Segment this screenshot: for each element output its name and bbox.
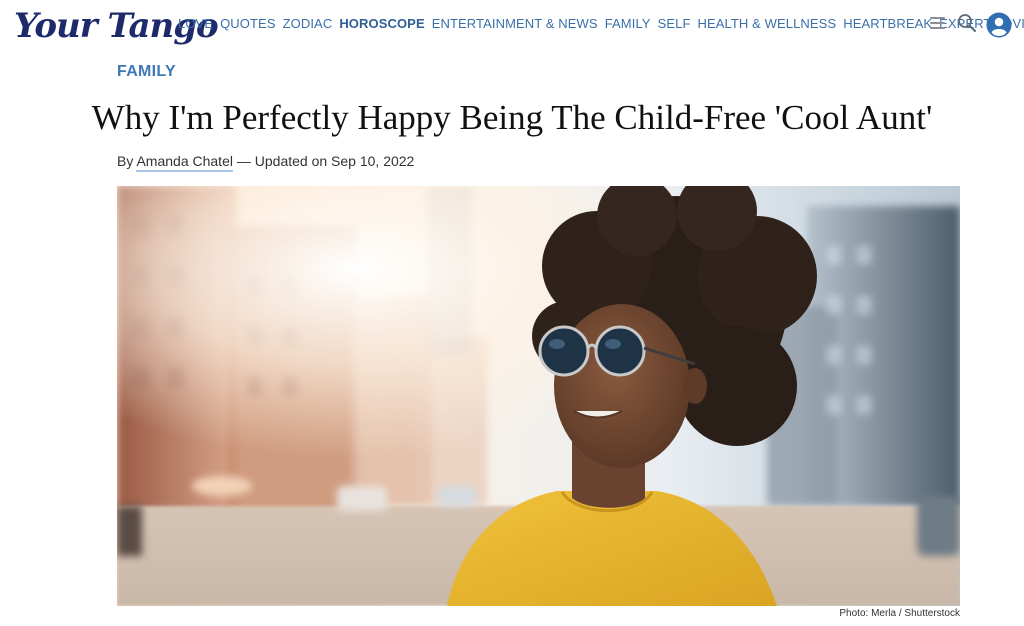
updated-date: Updated on Sep 10, 2022 xyxy=(254,153,415,169)
hero-photo-illustration xyxy=(117,186,960,606)
article-title: Why I'm Perfectly Happy Being The Child-… xyxy=(91,98,933,137)
nav-item-love[interactable]: LOVE xyxy=(178,15,213,33)
article-category[interactable]: FAMILY xyxy=(117,63,176,81)
nav-item-self[interactable]: SELF xyxy=(658,15,691,33)
search-icon[interactable] xyxy=(957,13,977,33)
byline-separator: — xyxy=(236,153,251,169)
byline-prefix: By xyxy=(117,153,134,169)
main-nav: LOVE QUOTES ZODIAC HOROSCOPE ENTERTAINME… xyxy=(178,15,1024,33)
author-link[interactable]: Amanda Chatel xyxy=(136,153,233,172)
hamburger-menu-icon[interactable] xyxy=(930,17,945,30)
hero-image xyxy=(117,186,960,606)
site-logo[interactable]: Your Tango xyxy=(14,6,219,50)
nav-item-entertainment-news[interactable]: ENTERTAINMENT & NEWS xyxy=(432,15,598,33)
site-header: Your Tango LOVE QUOTES ZODIAC HOROSCOPE … xyxy=(0,0,1024,52)
nav-item-quotes[interactable]: QUOTES xyxy=(220,15,276,33)
nav-item-heartbreak[interactable]: HEARTBREAK xyxy=(843,15,932,33)
nav-item-horoscope[interactable]: HOROSCOPE xyxy=(339,15,424,33)
nav-item-family[interactable]: FAMILY xyxy=(605,15,651,33)
user-account-icon[interactable] xyxy=(986,12,1012,38)
nav-item-zodiac[interactable]: ZODIAC xyxy=(283,15,333,33)
photo-credit: Photo: Merla / Shutterstock xyxy=(839,608,960,619)
byline: By Amanda Chatel — Updated on Sep 10, 20… xyxy=(117,152,415,172)
nav-item-health-wellness[interactable]: HEALTH & WELLNESS xyxy=(698,15,837,33)
